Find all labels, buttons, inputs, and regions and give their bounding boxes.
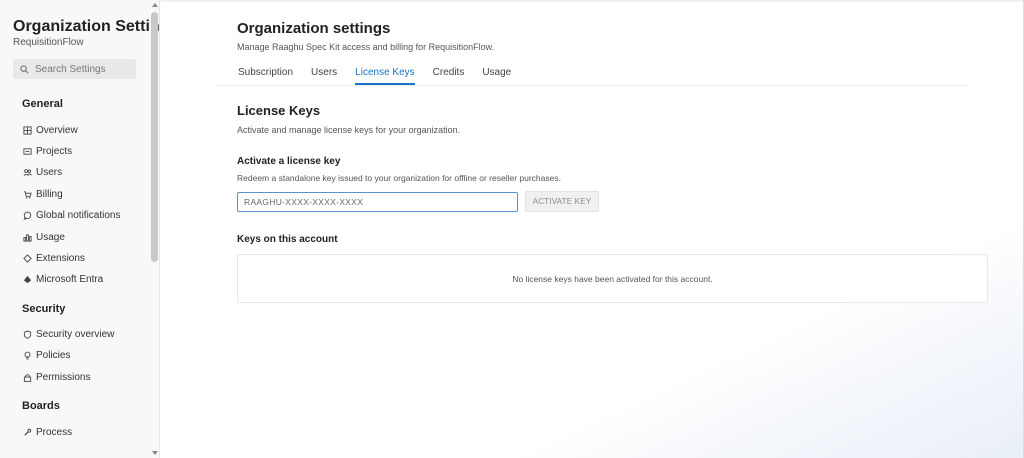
tabs-divider [217,85,967,86]
sidebar-item-label: Process [36,426,73,438]
shield-icon [22,329,32,339]
sidebar-group-general: General [22,98,63,110]
tab-license-keys[interactable]: License Keys [355,63,416,85]
grid-icon [22,125,32,135]
chat-icon [22,210,32,220]
extensions-icon [22,253,32,263]
process-icon [22,427,32,437]
sidebar-item-projects[interactable]: Projects [22,143,72,159]
activate-key-description: Redeem a standalone key issued to your o… [237,173,561,183]
projects-icon [22,146,32,156]
top-divider [161,0,1024,2]
sidebar-item-label: Billing [36,188,63,200]
activate-key-heading: Activate a license key [237,156,341,167]
sidebar-item-label: Overview [36,124,78,136]
sidebar-item-overview[interactable]: Overview [22,122,78,138]
sidebar-item-microsoft-entra[interactable]: Microsoft Entra [22,271,103,287]
license-key-input[interactable] [237,192,518,212]
search-placeholder: Search Settings [35,63,106,75]
lightbulb-icon [22,350,32,360]
sidebar-group-security: Security [22,303,66,315]
entra-icon [22,274,32,284]
sidebar-item-usage[interactable]: Usage [22,229,65,245]
empty-state-message: No license keys have been activated for … [512,273,713,284]
sidebar-title: Organization Settin... [13,18,160,35]
section-title: License Keys [237,103,321,118]
sidebar-item-label: Permissions [36,371,91,383]
sidebar-item-label: Usage [36,231,65,243]
keys-list-panel: No license keys have been activated for … [237,254,988,303]
section-subtitle: Activate and manage license keys for you… [237,125,461,135]
tab-subscription[interactable]: Subscription [238,63,293,85]
users-icon [22,167,32,177]
keys-list-heading: Keys on this account [237,234,338,245]
usage-icon [22,232,32,242]
sidebar-item-label: Projects [36,145,73,157]
sidebar-item-label: Extensions [36,252,85,264]
sidebar-item-label: Microsoft Entra [36,273,104,285]
sidebar-item-extensions[interactable]: Extensions [22,250,85,266]
sidebar-item-process[interactable]: Process [22,424,72,440]
sidebar-group-boards: Boards [22,400,60,412]
sidebar-item-users[interactable]: Users [22,164,62,180]
scrollbar-thumb[interactable] [151,12,158,262]
cart-icon [22,189,32,199]
tab-users[interactable]: Users [311,63,337,85]
scroll-down-arrow-icon[interactable] [152,451,158,455]
sidebar-scrollbar[interactable] [150,0,159,458]
settings-sidebar: Organization Settin... RequisitionFlow S… [0,0,160,458]
search-settings-input[interactable]: Search Settings [13,59,136,79]
sidebar-org-name: RequisitionFlow [13,37,84,48]
main-content: Organization settings Manage Raaghu Spec… [161,0,1024,458]
scroll-up-arrow-icon[interactable] [152,3,158,7]
sidebar-item-global-notifications[interactable]: Global notifications [22,207,121,223]
sidebar-item-label: Users [36,166,63,178]
sidebar-item-label: Security overview [36,328,115,340]
tab-usage[interactable]: Usage [482,63,511,85]
sidebar-item-billing[interactable]: Billing [22,186,63,202]
settings-tabs: Subscription Users License Keys Credits … [237,63,528,85]
sidebar-item-security-overview[interactable]: Security overview [22,326,114,342]
activate-key-button[interactable]: ACTIVATE KEY [525,191,599,212]
sidebar-item-policies[interactable]: Policies [22,347,70,363]
sidebar-item-label: Global notifications [36,209,121,221]
sidebar-item-label: Policies [36,349,71,361]
tab-credits[interactable]: Credits [433,63,465,85]
page-title: Organization settings [237,20,391,37]
search-icon [20,64,29,73]
page-subtitle: Manage Raaghu Spec Kit access and billin… [237,42,495,52]
lock-icon [22,372,32,382]
sidebar-item-permissions[interactable]: Permissions [22,369,90,385]
